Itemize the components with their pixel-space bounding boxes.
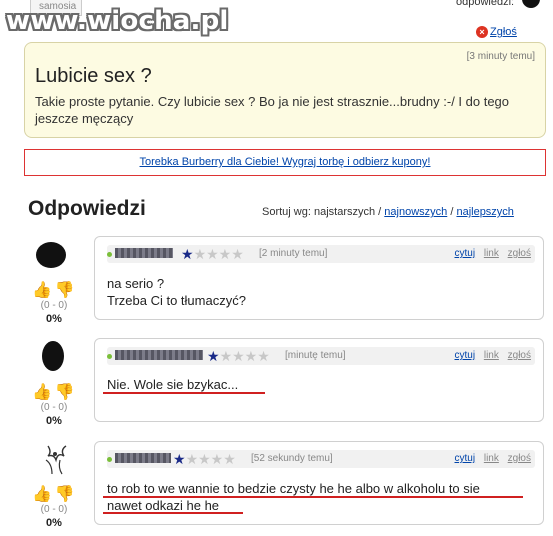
ad-banner: Torebka Burberry dla Ciebie! Wygraj torb… (24, 149, 546, 176)
answers-count-label: odpowiedzi: (456, 0, 515, 8)
thumbs-up-icon[interactable]: 👍 (32, 280, 52, 300)
sort-bar: Sortuj wg: najstarszych / najnowszych / … (262, 206, 514, 218)
thumbs-down-icon[interactable]: 👎 (55, 382, 75, 402)
answer-header: ★★★★★ [2 minuty temu] cytuj link zgłoś (107, 245, 535, 263)
answer-percent: 0% (46, 313, 62, 325)
thumbs-down-icon[interactable]: 👎 (55, 280, 75, 300)
ad-link[interactable]: Torebka Burberry dla Ciebie! Wygraj torb… (140, 156, 431, 168)
flower-avatar-icon[interactable] (38, 442, 72, 476)
answer-line: Nie. Wole sie bzykac... (107, 377, 239, 392)
quote-link[interactable]: cytuj (455, 350, 476, 361)
report-icon[interactable]: × (476, 26, 488, 38)
red-underline-mark (103, 496, 523, 498)
rating-stars-icon: ★★★★★ (173, 451, 236, 467)
answer-header: ★★★★★ [minutę temu] cytuj link zgłoś (107, 347, 535, 365)
answer-percent: 0% (46, 517, 62, 529)
thumbs-down-icon[interactable]: 👎 (55, 484, 75, 504)
permalink-link[interactable]: link (484, 350, 499, 361)
answer-score: (0 - 0) (40, 504, 68, 515)
answer-card: ★★★★★ [minutę temu] cytuj link zgłoś Nie… (94, 338, 544, 422)
question-box: [3 minuty temu] Lubicie sex ? Takie pros… (24, 42, 546, 138)
answers-count-badge (522, 0, 540, 8)
answers-title: Odpowiedzi (28, 197, 146, 220)
online-dot-icon (107, 252, 112, 257)
watermark-logo: www.wiocha.pl (6, 6, 229, 36)
answer-avatar[interactable] (38, 338, 72, 372)
answer-text: Nie. Wole sie bzykac... (107, 376, 238, 393)
question-body: Takie proste pytanie. Czy lubicie sex ? … (35, 94, 510, 126)
answer-line: Trzeba Ci to tłumaczyć? (107, 293, 246, 308)
answer-links: cytuj link zgłoś (449, 453, 532, 464)
answer-time: [52 sekundy temu] (251, 453, 333, 464)
answer-time: [2 minuty temu] (259, 248, 328, 259)
report-answer-link[interactable]: zgłoś (508, 350, 531, 361)
quote-link[interactable]: cytuj (455, 453, 476, 464)
answer-author-redacted[interactable] (115, 453, 171, 463)
online-dot-icon (107, 354, 112, 359)
answer-line: na serio ? (107, 276, 165, 291)
answer-header: ★★★★★ [52 sekundy temu] cytuj link zgłoś (107, 450, 535, 468)
answer-score: (0 - 0) (40, 300, 68, 311)
online-dot-icon (107, 457, 112, 462)
question-time: [3 minuty temu] (466, 51, 535, 62)
permalink-link[interactable]: link (484, 248, 499, 259)
report-question-link[interactable]: Zgłoś (490, 26, 517, 38)
report-answer-link[interactable]: zgłoś (508, 453, 531, 464)
thumbs-up-icon[interactable]: 👍 (32, 382, 52, 402)
answer-card: ★★★★★ [52 sekundy temu] cytuj link zgłoś… (94, 441, 544, 525)
red-underline-mark (103, 392, 265, 394)
answer-percent: 0% (46, 415, 62, 427)
answer-card: ★★★★★ [2 minuty temu] cytuj link zgłoś n… (94, 236, 544, 320)
sort-best-link[interactable]: najlepszych (456, 206, 513, 218)
sort-prefix: Sortuj wg: najstarszych / (262, 206, 382, 218)
answer-author-redacted[interactable] (115, 248, 173, 258)
vote-buttons: 👍 👎 (32, 382, 75, 402)
permalink-link[interactable]: link (484, 453, 499, 464)
vote-buttons: 👍 👎 (32, 280, 75, 300)
answer-links: cytuj link zgłoś (449, 248, 532, 259)
answer-line: to rob to we wannie to bedzie czysty he … (107, 481, 480, 496)
answer-author-redacted[interactable] (115, 350, 203, 360)
sort-separator: / (450, 206, 454, 218)
answer-links: cytuj link zgłoś (449, 350, 532, 361)
question-title: Lubicie sex ? (35, 65, 152, 87)
vote-buttons: 👍 👎 (32, 484, 75, 504)
rating-stars-icon: ★★★★★ (181, 246, 244, 262)
answer-avatar[interactable] (34, 238, 68, 272)
quote-link[interactable]: cytuj (455, 248, 476, 259)
rating-stars-icon: ★★★★★ (207, 348, 270, 364)
thumbs-up-icon[interactable]: 👍 (32, 484, 52, 504)
answer-text: na serio ? Trzeba Ci to tłumaczyć? (107, 275, 246, 309)
sort-newest-link[interactable]: najnowszych (384, 206, 447, 218)
answer-time: [minutę temu] (285, 350, 346, 361)
red-underline-mark (103, 512, 243, 514)
report-answer-link[interactable]: zgłoś (508, 248, 531, 259)
answer-score: (0 - 0) (40, 402, 68, 413)
